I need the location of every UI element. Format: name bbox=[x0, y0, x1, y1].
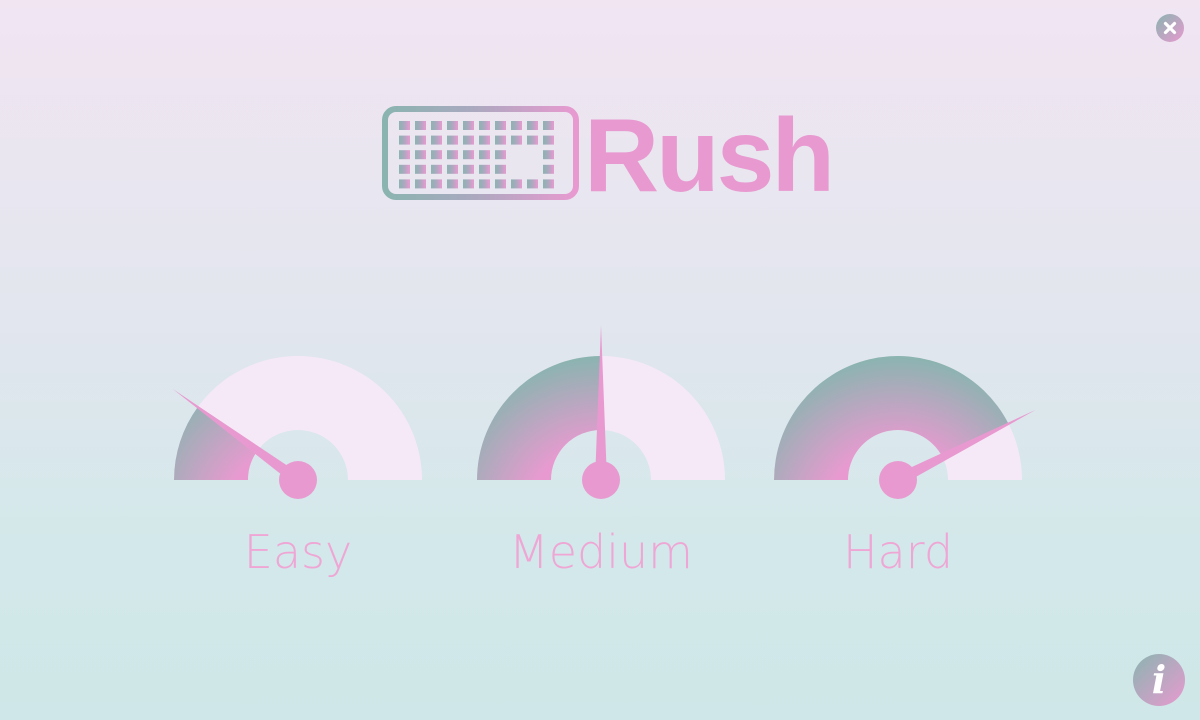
keyboard-key bbox=[415, 179, 426, 189]
keyboard-key bbox=[399, 150, 410, 160]
keyboard-key bbox=[495, 179, 506, 189]
app-logo: Rush bbox=[381, 100, 841, 210]
difficulty-easy-button[interactable]: Easy bbox=[148, 356, 448, 610]
keyboard-key bbox=[511, 179, 522, 189]
keyboard-key bbox=[447, 121, 458, 130]
keyboard-key bbox=[431, 121, 442, 130]
keyboard-key bbox=[399, 164, 410, 174]
keyboard-key bbox=[543, 164, 554, 174]
info-button[interactable]: i bbox=[1133, 654, 1185, 706]
keyboard-key bbox=[479, 179, 490, 189]
keyboard-key bbox=[431, 164, 442, 174]
keyboard-key bbox=[415, 150, 426, 160]
keyboard-key bbox=[447, 179, 458, 189]
keyboard-key bbox=[463, 179, 474, 189]
keyboard-key bbox=[511, 135, 522, 145]
keyboard-key bbox=[543, 135, 554, 145]
keyboard-key bbox=[527, 135, 538, 145]
keyboard-key bbox=[463, 164, 474, 174]
keyboard-key bbox=[431, 150, 442, 160]
keyboard-key bbox=[463, 150, 474, 160]
keyboard-key bbox=[431, 179, 442, 189]
keyboard-key bbox=[495, 121, 506, 130]
close-button[interactable] bbox=[1156, 14, 1184, 42]
difficulty-label-easy: Easy bbox=[243, 525, 353, 579]
keyboard-key bbox=[447, 150, 458, 160]
keyboard-key bbox=[479, 121, 490, 130]
gauge-hub bbox=[582, 461, 620, 499]
difficulty-medium-button[interactable]: Medium bbox=[451, 325, 751, 610]
gauge-hub bbox=[279, 461, 317, 499]
keyboard-key bbox=[399, 135, 410, 145]
keyboard-key bbox=[527, 121, 538, 130]
keyboard-key bbox=[495, 150, 506, 160]
keyboard-key bbox=[415, 121, 426, 130]
keyboard-key bbox=[431, 135, 442, 145]
gauge-hard-icon bbox=[774, 356, 1037, 499]
keyboard-key bbox=[495, 164, 506, 174]
keyboard-key bbox=[511, 121, 522, 130]
keyboard-key bbox=[543, 179, 554, 189]
keyboard-key bbox=[463, 121, 474, 130]
info-icon: i bbox=[1151, 657, 1167, 702]
keyboard-key bbox=[463, 135, 474, 145]
keyboard-key bbox=[415, 164, 426, 174]
difficulty-label-medium: Medium bbox=[509, 525, 693, 579]
keyboard-key bbox=[543, 121, 554, 130]
keyboard-key bbox=[399, 121, 410, 130]
gauge-hub bbox=[879, 461, 917, 499]
difficulty-hard-button[interactable]: Hard bbox=[748, 356, 1048, 610]
gauge-fill bbox=[477, 356, 601, 480]
keyboard-key bbox=[399, 179, 410, 189]
gauge-medium-icon bbox=[477, 325, 725, 499]
keyboard-key bbox=[495, 135, 506, 145]
keyboard-key bbox=[479, 164, 490, 174]
difficulty-label-hard: Hard bbox=[842, 525, 954, 579]
keyboard-key bbox=[543, 150, 554, 160]
keyboard-key bbox=[479, 150, 490, 160]
keyboard-key bbox=[479, 135, 490, 145]
keyboard-key bbox=[415, 135, 426, 145]
app-title: Rush bbox=[584, 98, 835, 214]
keyboard-icon bbox=[382, 106, 579, 200]
keyboard-key bbox=[447, 164, 458, 174]
close-icon bbox=[1163, 21, 1177, 35]
keyboard-key bbox=[447, 135, 458, 145]
gauge-easy-icon bbox=[172, 356, 422, 499]
keyboard-key bbox=[527, 179, 538, 189]
